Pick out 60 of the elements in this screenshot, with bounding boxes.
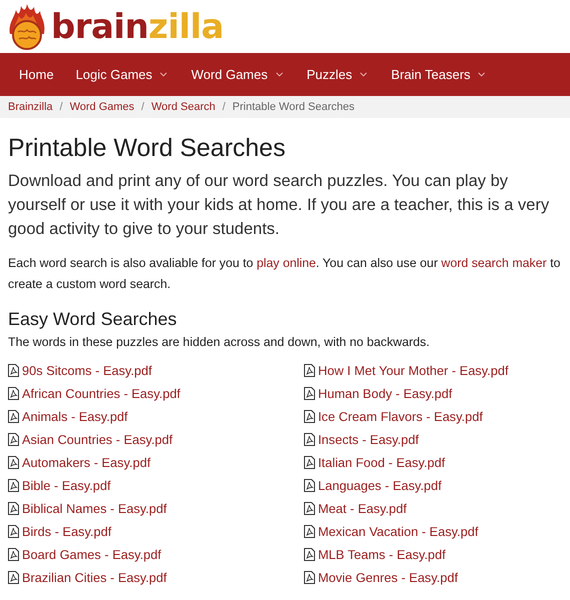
pdf-download-link[interactable]: Human Body - Easy.pdf: [304, 382, 562, 405]
pdf-download-link[interactable]: Ice Cream Flavors - Easy.pdf: [304, 405, 562, 428]
breadcrumb-separator: /: [222, 101, 226, 113]
pdf-download-link[interactable]: Animals - Easy.pdf: [8, 405, 304, 428]
pdf-file-icon: [304, 364, 315, 377]
pdf-download-link[interactable]: Birds - Easy.pdf: [8, 520, 304, 543]
pdf-file-icon: [8, 525, 19, 538]
logo-text[interactable]: brain: [51, 10, 148, 44]
pdf-download-link[interactable]: 90s Sitcoms - Easy.pdf: [8, 359, 304, 382]
pdf-file-icon: [304, 387, 315, 400]
pdf-download-link[interactable]: Meat - Easy.pdf: [304, 497, 562, 520]
pdf-file-icon: [304, 456, 315, 469]
pdf-download-link[interactable]: MLB Teams - Easy.pdf: [304, 543, 562, 566]
nav-link[interactable]: Brain Teasers: [380, 67, 498, 82]
section-description: The words in these puzzles are hidden across and down, with no backwards.: [8, 335, 431, 349]
pdf-file-icon: [304, 571, 315, 584]
pdf-download-link[interactable]: Automakers - Easy.pdf: [8, 451, 304, 474]
nav-link[interactable]: Word Games: [180, 67, 296, 82]
pdf-download-link[interactable]: Board Games - Easy.pdf: [8, 543, 304, 566]
pdf-download-link[interactable]: Biblical Names - Easy.pdf: [8, 497, 304, 520]
pdf-download-link[interactable]: Bible - Easy.pdf: [8, 474, 304, 497]
breadcrumb-link[interactable]: Word Games: [70, 101, 134, 113]
pdf-file-icon: [304, 502, 315, 515]
pdf-file-icon: [304, 410, 315, 423]
breadcrumb-link[interactable]: Brainzilla: [8, 101, 53, 113]
page-title: Printable Word Searches: [8, 134, 286, 163]
pdf-file-icon: [8, 456, 19, 469]
pdf-file-icon: [8, 548, 19, 561]
pdf-file-icon: [8, 410, 19, 423]
section-heading: Easy Word Searches: [8, 309, 178, 330]
breadcrumb-link[interactable]: Word Search: [151, 101, 216, 113]
pdf-download-link[interactable]: Asian Countries - Easy.pdf: [8, 428, 304, 451]
intro-paragraph: Download and print any of our word search puzzles. You can play by yourself or use it with your kids at home. If you are a teacher, this is a very good activity to give to your students.: [8, 171, 550, 240]
current-page-label: Printable Word Searches: [232, 101, 355, 113]
pdf-file-icon: [8, 502, 19, 515]
pdf-file-icon: [304, 433, 315, 446]
pdf-download-link[interactable]: Italian Food - Easy.pdf: [304, 451, 562, 474]
pdf-download-link[interactable]: Brazilian Cities - Easy.pdf: [8, 566, 304, 589]
note-paragraph: Each word search is also avaliable for you to play online. You can also use our word search maker to create a custom word search.: [8, 255, 562, 293]
pdf-file-icon: [8, 364, 19, 377]
pdf-file-icon: [8, 571, 19, 584]
pdf-download-link[interactable]: Insects - Easy.pdf: [304, 428, 562, 451]
nav-link[interactable]: Puzzles: [296, 67, 380, 82]
pdf-file-icon: [304, 479, 315, 492]
pdf-download-link[interactable]: Languages - Easy.pdf: [304, 474, 562, 497]
breadcrumb-separator: /: [60, 101, 63, 113]
pdf-download-link[interactable]: African Countries - Easy.pdf: [8, 382, 304, 405]
nav-link[interactable]: Home: [8, 67, 65, 82]
pdf-file-icon: [8, 387, 19, 400]
text-link[interactable]: play online: [256, 256, 316, 270]
breadcrumb-separator: /: [141, 101, 144, 113]
pdf-download-link[interactable]: Mexican Vacation - Easy.pdf: [304, 520, 562, 543]
pdf-file-icon: [8, 479, 19, 492]
pdf-download-link[interactable]: How I Met Your Mother - Easy.pdf: [304, 359, 562, 382]
pdf-download-link[interactable]: Movie Genres - Easy.pdf: [304, 566, 562, 589]
text-link[interactable]: word search maker: [441, 256, 547, 270]
nav-link[interactable]: Logic Games: [64, 67, 180, 82]
pdf-file-icon: [304, 525, 315, 538]
pdf-file-icon: [304, 548, 315, 561]
pdf-file-icon: [8, 433, 19, 446]
